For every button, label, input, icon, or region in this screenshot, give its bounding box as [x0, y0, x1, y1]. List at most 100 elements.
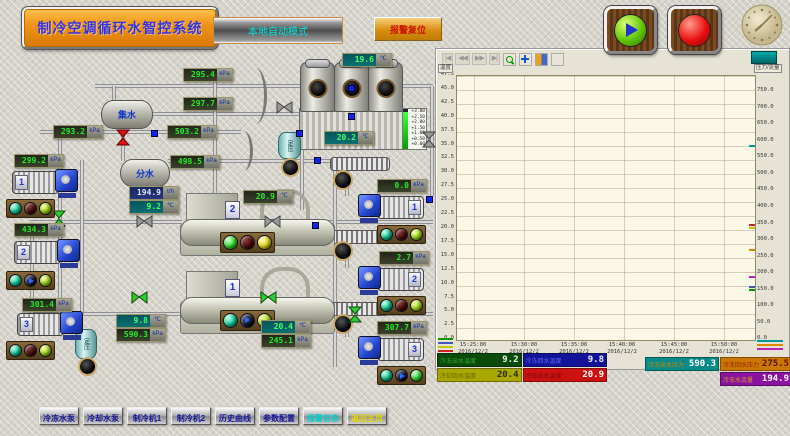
meter-value: 194.9 [130, 187, 163, 199]
pan-icon[interactable] [519, 53, 532, 66]
nav-button-label: 历史曲线 [219, 414, 251, 423]
alarm-reset-button[interactable]: 报警复位 [374, 17, 442, 41]
chiller2-meter-stack: 194.9t/h 9.2℃ [129, 186, 179, 214]
axis-tick-label: 40.0 [441, 114, 454, 120]
sensor-dot [426, 196, 433, 203]
run-lamp-icon [380, 369, 393, 382]
readout-value: 20.9 [580, 370, 606, 380]
pump-number: 2 [17, 245, 30, 260]
pump-pressure-meter: 2.7kPa [379, 251, 429, 265]
current-value-marker [749, 145, 755, 147]
temperature-legend [438, 338, 453, 352]
cooling-pump-3[interactable]: 3 [358, 335, 424, 363]
nav-button[interactable]: 返回主页 [347, 407, 387, 425]
bottom-navigation: 冷冻水泵冷却水泵制冷机1制冷机2 历史曲线 参数配置报警信息返回主页 [39, 407, 387, 425]
meter-unit: ℃ [358, 132, 373, 144]
hmi-screen: 制冷空调循环水智控系统 本地自动模式 报警复位 [0, 0, 790, 436]
axis-tick-label: 250.0 [757, 254, 774, 260]
green-valve-icon[interactable] [260, 291, 277, 304]
nav-button-label: 冷冻水泵 [43, 414, 75, 423]
nav-button[interactable]: 历史曲线 [215, 407, 255, 425]
readout: 冷冻回水压力275.5 [720, 357, 790, 371]
readout-value: 9.2 [500, 355, 520, 365]
pump-pressure-meter: 307.7kPa [377, 321, 427, 335]
readout-value: 194.9 [760, 374, 790, 384]
red-valve-icon[interactable] [116, 129, 130, 146]
series-toggle-chip[interactable] [751, 51, 777, 64]
pressure-flow-readouts: 冷冻出水压力590.3冷冻回水压力275.5冷冻水流量194.9 [645, 357, 790, 386]
pressure-flow-legend [757, 340, 783, 350]
standby-lamp-icon [410, 299, 423, 312]
pump-number: 3 [408, 342, 421, 357]
meter-value: 2.7 [380, 252, 413, 264]
nav-button[interactable]: 制冷机1 [127, 407, 167, 425]
pressure-gauge-icon [333, 170, 353, 190]
pump-status-lamps [6, 271, 55, 290]
curved-pipe [234, 131, 253, 171]
meter-unit: kPa [56, 299, 71, 311]
temperature-meter: 19.6℃ [342, 53, 392, 67]
zoom-icon[interactable] [503, 53, 516, 66]
gray-valve-icon[interactable] [422, 131, 436, 148]
start-button[interactable] [604, 6, 657, 54]
meter-unit: kPa [217, 98, 232, 110]
axis-tick-label: 12.5 [441, 267, 454, 273]
vcr-nav-icon[interactable]: ▶▶ [472, 53, 487, 65]
axis-tick-label: 22.5 [441, 211, 454, 217]
chiller-2[interactable]: 2 [180, 208, 333, 258]
pump-base [60, 263, 78, 268]
cooling-pump-1[interactable]: 1 [358, 193, 424, 221]
gray-valve-icon[interactable] [276, 101, 293, 114]
play-icon [614, 14, 647, 47]
nav-button[interactable]: 参数配置 [259, 407, 299, 425]
pump-status-lamps [6, 341, 55, 360]
running-icon [240, 313, 255, 328]
readout-value: 20.4 [495, 370, 521, 380]
axis-tick-label: 750.0 [757, 88, 774, 94]
legend-line [757, 348, 783, 350]
meter-value: 245.1 [262, 335, 295, 347]
green-valve-icon[interactable] [131, 291, 148, 304]
cooling-pump-2[interactable]: 2 [358, 265, 424, 293]
x-axis-time-label: 15:45:002016/12/2 [659, 342, 689, 356]
pump-base [360, 290, 378, 295]
chilled-pump-3[interactable]: 3 [17, 310, 83, 338]
pump-pressure-meter: 299.2kPa [14, 154, 64, 168]
meter-unit: kPa [48, 155, 63, 167]
sensor-dot [314, 157, 321, 164]
axis-tick-label: 10.0 [441, 281, 454, 287]
standby-lamp-icon [410, 369, 423, 382]
nav-button-label: 参数配置 [263, 414, 295, 423]
mode-button[interactable]: 本地自动模式 [213, 17, 343, 44]
meter-value: 293.2 [54, 126, 87, 138]
x-axis-time-label: 15:50:002016/12/2 [709, 342, 739, 356]
legend-line [438, 346, 453, 348]
gray-valve-icon[interactable] [264, 215, 281, 228]
nav-button[interactable]: 报警信息 [303, 407, 343, 425]
meter-value: 301.4 [23, 299, 56, 311]
nav-button[interactable]: 冷冻水泵 [39, 407, 79, 425]
vcr-nav-icon[interactable]: ◀◀ [455, 53, 470, 65]
running-icon [24, 274, 37, 287]
stop-button[interactable] [668, 6, 721, 54]
trend-plot-area[interactable] [456, 75, 756, 341]
axis-tick-label: 27.5 [441, 183, 454, 189]
legend-line [438, 342, 453, 344]
nav-button[interactable]: 制冷机2 [171, 407, 211, 425]
axis-tick-label: 37.5 [441, 128, 454, 134]
chilled-pump-1[interactable]: 1 [12, 168, 78, 196]
vcr-nav-icon[interactable]: ▶| [489, 53, 500, 65]
run-lamp-icon [380, 228, 393, 241]
fault-lamp-icon [395, 228, 408, 241]
meter-value: 20.9 [244, 191, 277, 203]
axis-tick-label: 45.0 [441, 86, 454, 92]
chilled-pump-2[interactable]: 2 [14, 238, 80, 266]
axis-tick-label: 600.0 [757, 138, 774, 144]
pump-number: 1 [408, 200, 421, 215]
bookmark-icon[interactable] [535, 53, 548, 66]
gray-valve-icon[interactable] [136, 215, 153, 228]
legend-line [438, 338, 453, 340]
green-valve-icon[interactable] [348, 306, 362, 323]
pump-pressure-meter: 0.0kPa [377, 179, 427, 193]
nav-button[interactable]: 冷却水泵 [83, 407, 123, 425]
